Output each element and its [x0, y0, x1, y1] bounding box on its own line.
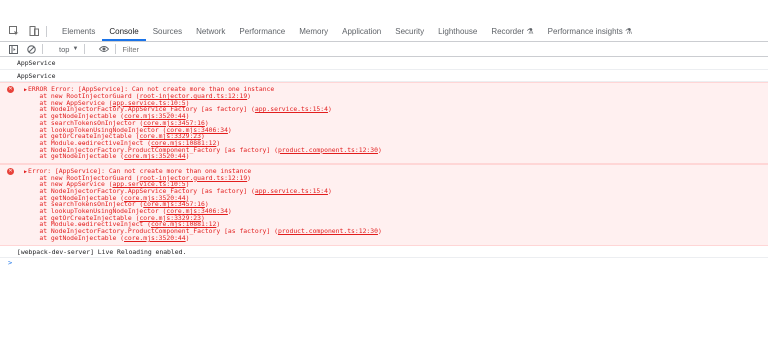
error-icon: ✕	[7, 86, 14, 94]
filter-input[interactable]: Filter	[122, 45, 139, 54]
stack-trace-text: )	[247, 92, 252, 101]
console-messages: AppService AppService ✕ ▶ERROR Error: [AppS…	[0, 57, 768, 267]
flask-icon: ⚗	[526, 27, 534, 36]
console-error-message[interactable]: ✕ ▶Error: [AppService]: Can not create mo…	[0, 163, 768, 246]
tab-recorder[interactable]: Recorder ⚗	[484, 27, 540, 41]
context-label: top	[59, 44, 70, 54]
stack-trace-text: )	[185, 233, 190, 242]
tab-sources[interactable]: Sources	[146, 27, 189, 41]
stack-trace-text: at getNodeInjectable (	[24, 152, 125, 161]
error-icon: ✕	[7, 167, 14, 175]
toolbar-separator	[115, 44, 117, 54]
tabbar-separator	[46, 26, 47, 37]
source-link[interactable]: app.service.ts:15:4	[255, 187, 328, 195]
tab-console[interactable]: Console	[102, 27, 146, 41]
stack-trace-text: )	[377, 227, 382, 236]
console-log-message: AppService	[0, 70, 768, 83]
console-error-message[interactable]: ✕ ▶ERROR Error: [AppService]: Can not cre…	[0, 82, 768, 164]
dropdown-caret-icon: ▼	[72, 46, 79, 52]
tab-recorder-label: Recorder	[491, 27, 525, 36]
console-prompt[interactable]: >	[0, 258, 768, 267]
flask-icon: ⚗	[625, 27, 633, 36]
stack-trace-text: )	[227, 125, 232, 134]
stack-trace-text: )	[185, 152, 190, 161]
stack-trace-text: )	[327, 105, 332, 114]
source-link[interactable]: app.service.ts:15:4	[255, 105, 328, 113]
tab-performance[interactable]: Performance	[232, 27, 292, 41]
clear-console-icon[interactable]	[26, 44, 36, 54]
tab-lighthouse[interactable]: Lighthouse	[431, 27, 484, 41]
tab-network[interactable]: Network	[189, 27, 232, 41]
tab-application[interactable]: Application	[335, 27, 388, 41]
devtools-tabbar: Elements Console Sources Network Perform…	[0, 22, 768, 42]
device-toolbar-icon[interactable]	[28, 25, 40, 37]
tab-memory[interactable]: Memory	[292, 27, 335, 41]
toolbar-separator	[84, 44, 86, 54]
tab-performance-insights-label: Performance insights	[547, 27, 623, 36]
source-link[interactable]: core.mjs:3520:44	[124, 152, 186, 160]
stack-trace-line: at getNodeInjectable (core.mjs:3520:44)	[24, 233, 768, 242]
source-link[interactable]: product.component.ts:12:30	[278, 227, 378, 235]
stack-trace-text: )	[227, 207, 232, 216]
console-log-message: AppService	[0, 57, 768, 70]
stack-trace-text: )	[377, 145, 382, 154]
stack-trace-text: )	[247, 173, 252, 182]
tab-elements[interactable]: Elements	[55, 27, 102, 41]
sidebar-toggle-icon[interactable]	[8, 44, 18, 54]
stack-trace-text: )	[327, 187, 332, 195]
stack-trace-text: at getNodeInjectable (	[24, 233, 125, 242]
source-link[interactable]: product.component.ts:12:30	[278, 146, 378, 154]
eye-icon[interactable]	[99, 44, 110, 54]
inspect-element-icon[interactable]	[8, 25, 20, 37]
console-toolbar: top ▼ Filter	[0, 42, 768, 57]
stack-trace-line: at getNodeInjectable (core.mjs:3520:44)	[24, 153, 768, 160]
tab-performance-insights[interactable]: Performance insights ⚗	[541, 27, 640, 41]
console-log-message: [webpack-dev-server] Live Reloading enab…	[0, 246, 768, 259]
source-link[interactable]: core.mjs:3520:44	[124, 234, 186, 242]
context-selector[interactable]: top ▼	[59, 45, 78, 54]
tab-security[interactable]: Security	[388, 27, 431, 41]
toolbar-separator	[42, 44, 43, 54]
